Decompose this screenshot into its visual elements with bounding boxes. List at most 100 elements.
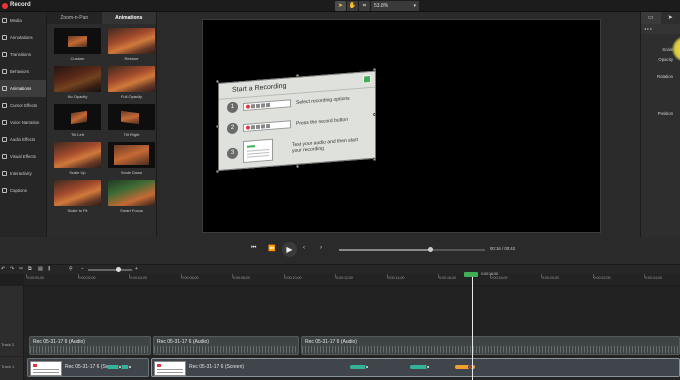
animation-keyframe[interactable] — [128, 365, 132, 369]
sidebar-item-label: Audio Effects — [10, 137, 36, 142]
sidebar-item-transitions[interactable]: Transitions — [0, 46, 46, 63]
step-2: 2 Press the record button — [227, 112, 366, 135]
animation-tile-scale-to-fit[interactable]: Scale to Fit — [53, 180, 102, 216]
zoom-in-icon[interactable]: + — [135, 266, 138, 272]
sidebar-item-label: Captions — [10, 188, 27, 193]
animation-tile-no-opacity[interactable]: No Opacity — [53, 66, 102, 102]
hand-icon[interactable]: ✋ — [347, 1, 358, 11]
sidebar-item-visual-effects[interactable]: Visual Effects — [0, 148, 46, 165]
tab-animations[interactable]: Animations — [101, 12, 156, 24]
resize-handle[interactable] — [216, 80, 219, 83]
sidebar-item-media[interactable]: Media — [0, 12, 46, 29]
clip-title: Rec 05-31-17 6 (Audio) — [157, 339, 209, 345]
sidebar-item-label: Cursor Effects — [10, 103, 38, 108]
animation-tile-scale-down[interactable]: Scale Down — [107, 142, 156, 178]
playhead-handle[interactable] — [464, 272, 478, 277]
sidebar-item-animations[interactable]: Animations — [0, 80, 46, 97]
resize-handle[interactable] — [216, 125, 219, 128]
copy-icon[interactable]: ⧉ — [28, 266, 32, 272]
ruler-tick-label: 0:00:02;00 — [78, 276, 96, 280]
pointer-icon[interactable]: ➤ — [335, 1, 346, 11]
audio-test-image — [243, 138, 273, 164]
record-logo-icon — [2, 3, 8, 9]
resize-handle[interactable] — [296, 74, 299, 77]
animation-tile-tilt-right[interactable]: Tilt Right — [107, 104, 156, 140]
resize-handle[interactable] — [296, 165, 299, 168]
clip-title: Rec 05-31-17 6 (Scr — [65, 364, 111, 370]
cursor-icon — [2, 103, 7, 108]
sidebar-item-behaviors[interactable]: Behaviors — [0, 63, 46, 80]
step-number: 1 — [227, 101, 238, 114]
animation-thumbnail — [108, 28, 155, 54]
magnify-icon[interactable]: ⚲ — [69, 266, 73, 272]
resize-handle[interactable] — [373, 68, 376, 71]
play-button[interactable]: ▶ — [282, 242, 297, 257]
visual-properties-tab[interactable]: ▭ — [641, 12, 661, 24]
resize-handle[interactable] — [373, 113, 376, 116]
resize-handle[interactable] — [216, 170, 219, 173]
tile-label: Restore — [124, 56, 139, 61]
animation-keyframe[interactable] — [365, 365, 369, 369]
undo-icon[interactable]: ↶ — [1, 266, 5, 272]
audio-clip[interactable]: Rec 05-31-17 6 (Audio) — [29, 336, 151, 355]
animation-keyframe[interactable] — [426, 365, 430, 369]
animation-tile-tilt-left[interactable]: Tilt Left — [53, 104, 102, 140]
scrubber[interactable] — [339, 247, 485, 252]
animation-thumbnail — [54, 104, 101, 130]
cut-icon[interactable]: ✂ — [19, 266, 23, 272]
animation-keyframe[interactable] — [118, 365, 122, 369]
animation-tile-smart-focus[interactable]: Smart Focus — [107, 180, 156, 216]
interactivity-icon — [2, 171, 7, 176]
playhead-line — [472, 277, 473, 380]
playback-time: 00:16 / 00:42 — [490, 246, 516, 251]
cursor-properties-tab[interactable]: ➤ — [661, 12, 680, 24]
split-icon[interactable]: ⫼ — [48, 266, 50, 272]
sidebar-item-voice-narration[interactable]: Voice Narration — [0, 114, 46, 131]
clip-thumbnail — [154, 361, 186, 376]
audio-clip[interactable]: Rec 05-31-17 6 (Audio) — [153, 336, 299, 355]
audio-clip[interactable]: Rec 05-31-17 6 (Audio) — [301, 336, 680, 355]
zoom-out-icon[interactable]: − — [81, 266, 84, 272]
track-header-2[interactable]: Track 2 — [0, 336, 24, 356]
tile-label: Scale Down — [120, 170, 143, 175]
tab-zoom-n-pan[interactable]: Zoom-n-Pan — [47, 12, 102, 24]
properties-tabs: ▭ ➤ — [641, 12, 680, 24]
sidebar-item-captions[interactable]: Captions — [0, 182, 46, 199]
redo-icon[interactable]: ↷ — [10, 266, 14, 272]
crop-icon[interactable]: ⌗ — [359, 1, 370, 11]
track-header-1[interactable]: Track 1 — [0, 357, 24, 380]
zoom-knob[interactable] — [116, 267, 121, 272]
ruler-tick-label: 0:00:10;00 — [284, 276, 302, 280]
zoom-dropdown[interactable]: 53.8% ▾ — [371, 1, 419, 11]
rewind-icon[interactable]: ⏪ — [268, 245, 275, 252]
sidebar-item-label: Animations — [10, 86, 32, 91]
card-title: Start a Recording — [232, 82, 287, 94]
sidebar-item-annotations[interactable]: Annotations — [0, 29, 46, 46]
timeline-zoom-slider[interactable] — [88, 267, 132, 272]
timeline-ruler[interactable]: 0:00:00;00 0:00:02;00 0:00:04;00 0:00:06;00… — [0, 274, 680, 286]
ruler-tick-label: 0:00:00;00 — [27, 276, 44, 280]
sidebar-item-cursor-effects[interactable]: Cursor Effects — [0, 97, 46, 114]
animation-tabs: Zoom-n-Pan Animations — [47, 12, 156, 24]
next-frame-icon[interactable]: › — [320, 245, 322, 251]
animation-tile-full-opacity[interactable]: Full Opacity — [107, 66, 156, 102]
opacity-label: Opacity — [658, 57, 673, 62]
animation-tiles: Custom Restore No Opacity Full Opacity T… — [47, 24, 156, 216]
step-back-icon[interactable]: ⏮ — [251, 245, 256, 252]
scrubber-knob[interactable] — [428, 247, 433, 252]
start-recording-media[interactable]: Start a Recording 1 Select recording opt… — [218, 70, 376, 171]
sidebar-item-audio-effects[interactable]: Audio Effects — [0, 131, 46, 148]
recorder-toolbar-image — [243, 119, 291, 132]
animation-tile-restore[interactable]: Restore — [107, 28, 156, 64]
previous-frame-icon[interactable]: ‹ — [303, 245, 305, 251]
sidebar-item-label: Media — [10, 18, 22, 23]
paste-icon[interactable]: ▤ — [38, 266, 43, 272]
sidebar-item-label: Interactivity — [10, 171, 32, 176]
properties-subtabs[interactable]: ◂ ▸ ▸ — [641, 24, 680, 34]
animation-tile-scale-up[interactable]: Scale Up — [53, 142, 102, 178]
animation-tile-custom[interactable]: Custom — [53, 28, 102, 64]
sidebar-item-interactivity[interactable]: Interactivity — [0, 165, 46, 182]
resize-handle[interactable] — [373, 158, 376, 161]
recorder-toolbar-image — [243, 98, 291, 111]
app-title: Record — [10, 2, 31, 8]
